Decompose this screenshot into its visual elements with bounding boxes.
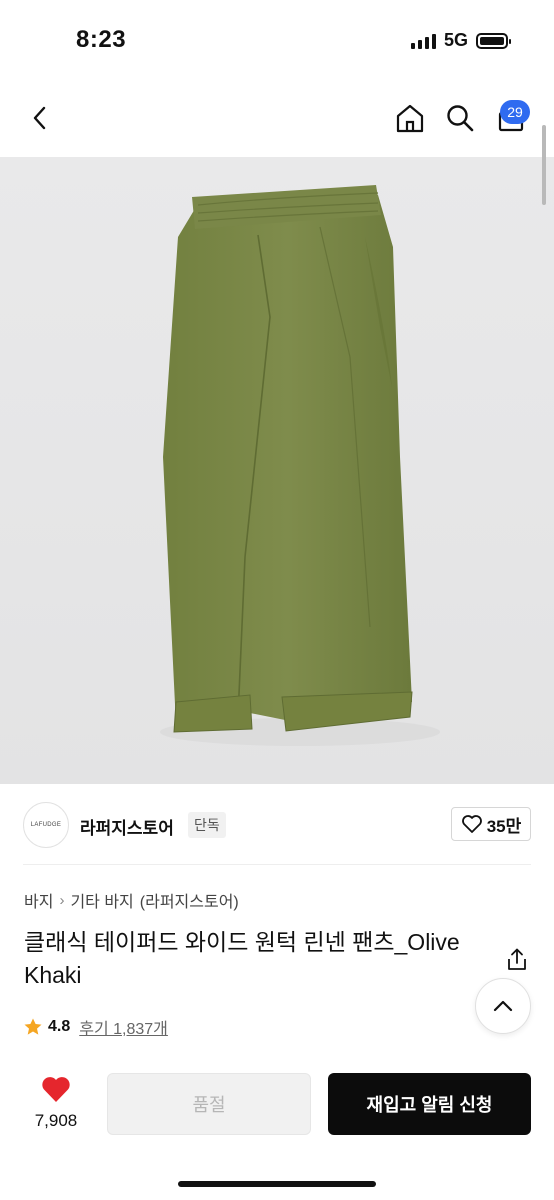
home-button[interactable] — [390, 98, 430, 138]
home-indicator — [178, 1181, 376, 1187]
wish-count: 7,908 — [34, 1111, 78, 1130]
wish-button[interactable]: 7,908 — [28, 1074, 84, 1131]
chevron-up-icon — [493, 1000, 513, 1012]
heart-outline-icon — [461, 815, 482, 833]
rating-row: 4.8 후기 1,837개 — [23, 1015, 168, 1039]
home-icon — [396, 104, 424, 133]
network-type: 5G — [443, 30, 468, 50]
restock-alert-button[interactable]: 재입고 알림 신청 — [328, 1073, 531, 1135]
product-title: 클래식 테이퍼드 와이드 원턱 린넨 팬츠_Olive Khaki — [24, 929, 460, 988]
status-bar: 8:23 5G — [0, 0, 554, 84]
battery-icon — [476, 32, 511, 49]
breadcrumb-subcategory[interactable]: 기타 바지 — [70, 888, 133, 912]
share-button[interactable] — [503, 946, 531, 974]
status-time: 8:23 — [76, 26, 127, 53]
store-logo[interactable]: LAFUDGE — [23, 802, 69, 848]
review-link[interactable]: 후기 1,837개 — [79, 1015, 168, 1039]
soldout-button[interactable]: 품절 — [107, 1073, 311, 1135]
back-button[interactable] — [20, 98, 60, 138]
scroll-to-top-button[interactable] — [475, 978, 531, 1034]
store-row: LAFUDGE 라퍼지스토어 단독 35만 — [0, 800, 554, 850]
store-name[interactable]: 라퍼지스토어 — [80, 814, 174, 839]
breadcrumb-brand[interactable]: (라퍼지스토어) — [140, 888, 239, 912]
chevron-right-icon: › — [59, 891, 65, 909]
breadcrumb-category[interactable]: 바지 — [24, 888, 53, 912]
search-button[interactable] — [440, 98, 480, 138]
exclusive-badge: 단독 — [188, 812, 226, 838]
store-like-button[interactable]: 35만 — [451, 807, 531, 841]
heart-filled-icon — [42, 1077, 70, 1102]
chevron-left-icon — [33, 106, 46, 130]
rating-value: 4.8 — [48, 1018, 71, 1035]
divider — [23, 864, 531, 865]
status-indicators: 5G — [410, 30, 511, 51]
store-like-count: 35만 — [486, 816, 522, 836]
share-icon — [508, 948, 526, 970]
breadcrumb: 바지 › 기타 바지 (라퍼지스토어) — [24, 888, 239, 912]
search-icon — [447, 105, 474, 132]
pants-photo — [160, 185, 440, 746]
bottom-action-bar: 7,908 품절 재입고 알림 신청 — [0, 1060, 554, 1200]
cart-count-badge: 29 — [500, 100, 530, 124]
signal-icon — [410, 33, 436, 49]
product-image[interactable] — [0, 157, 554, 784]
scrollbar[interactable] — [542, 125, 546, 205]
top-nav — [0, 90, 554, 150]
star-icon — [24, 1018, 42, 1035]
